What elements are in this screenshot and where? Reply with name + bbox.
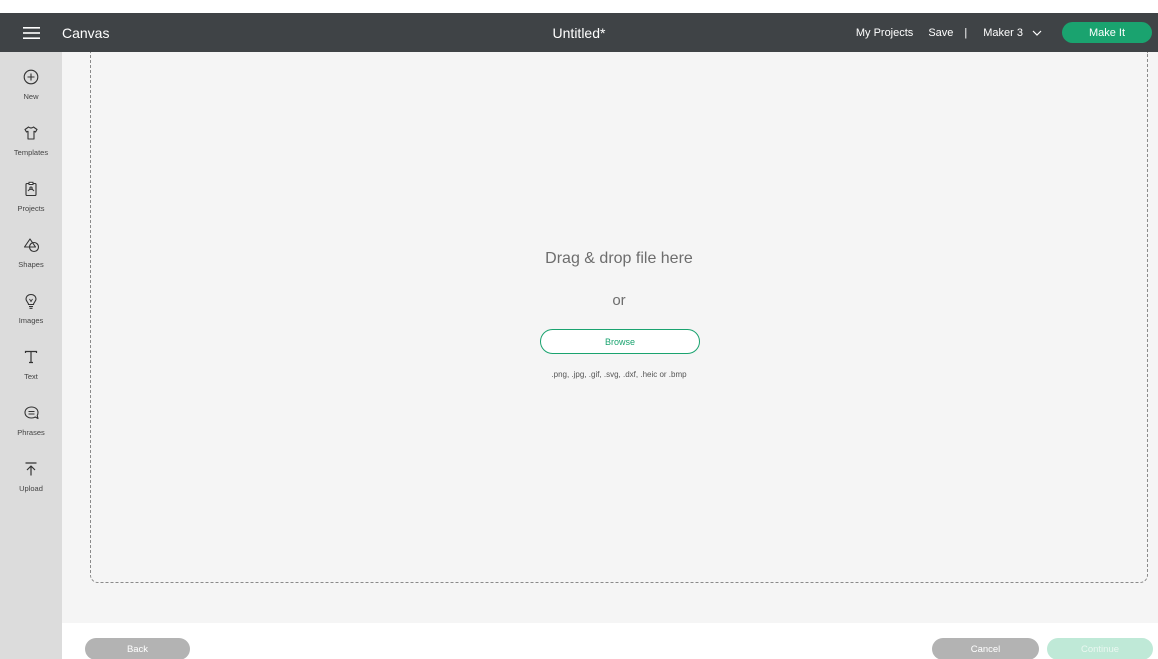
sidebar-item-shapes[interactable]: Shapes [0,226,62,278]
machine-selector[interactable]: Maker 3 [983,27,1042,39]
app-title: Canvas [62,24,110,41]
drop-zone[interactable]: Drag & drop file here or Browse .png, .j… [90,52,1148,583]
footer: Back Cancel Continue [62,623,1158,659]
my-projects-link[interactable]: My Projects [856,27,913,39]
sidebar: New Templates Projects Shapes Images Tex… [0,52,62,659]
shirt-icon [23,122,39,144]
sidebar-item-label: Shapes [18,260,44,269]
shapes-icon [23,234,40,256]
supported-formats: .png, .jpg, .gif, .svg, .dxf, .heic or .… [551,370,687,379]
sidebar-item-label: Projects [17,204,45,213]
menu-icon[interactable] [0,13,62,52]
project-icon [23,178,39,200]
sidebar-item-projects[interactable]: Projects [0,170,62,222]
machine-label: Maker 3 [983,26,1023,39]
upload-canvas: Drag & drop file here or Browse .png, .j… [62,52,1158,623]
browse-button[interactable]: Browse [540,329,700,354]
plus-circle-icon [23,66,39,88]
text-icon [23,346,39,368]
cancel-button[interactable]: Cancel [932,638,1039,659]
document-title[interactable]: Untitled* [553,25,606,41]
speech-bubble-icon [23,402,40,424]
drop-title: Drag & drop file here [545,250,693,267]
sidebar-item-label: Upload [19,484,43,493]
or-text: or [612,292,626,309]
sidebar-item-text[interactable]: Text [0,338,62,390]
upload-icon [23,458,39,480]
save-link[interactable]: Save [928,27,953,39]
top-bar: Canvas Untitled* My Projects Save | Make… [0,13,1158,52]
sidebar-item-phrases[interactable]: Phrases [0,394,62,446]
make-it-button[interactable]: Make It [1062,22,1152,43]
sidebar-item-label: Text [24,372,38,381]
sidebar-item-label: Images [18,316,44,325]
sidebar-item-new[interactable]: New [0,58,62,110]
lightbulb-icon [23,290,39,312]
back-button[interactable]: Back [85,638,190,659]
separator: | [964,26,968,39]
top-right-actions: My Projects Save | Maker 3 Make It [856,13,1152,52]
sidebar-item-label: Templates [13,148,49,157]
sidebar-item-label: New [23,92,39,101]
sidebar-item-templates[interactable]: Templates [0,114,62,166]
sidebar-item-label: Phrases [17,428,45,437]
sidebar-item-upload[interactable]: Upload [0,450,62,502]
sidebar-item-images[interactable]: Images [0,282,62,334]
chevron-down-icon [1032,30,1042,36]
continue-button[interactable]: Continue [1047,638,1153,659]
